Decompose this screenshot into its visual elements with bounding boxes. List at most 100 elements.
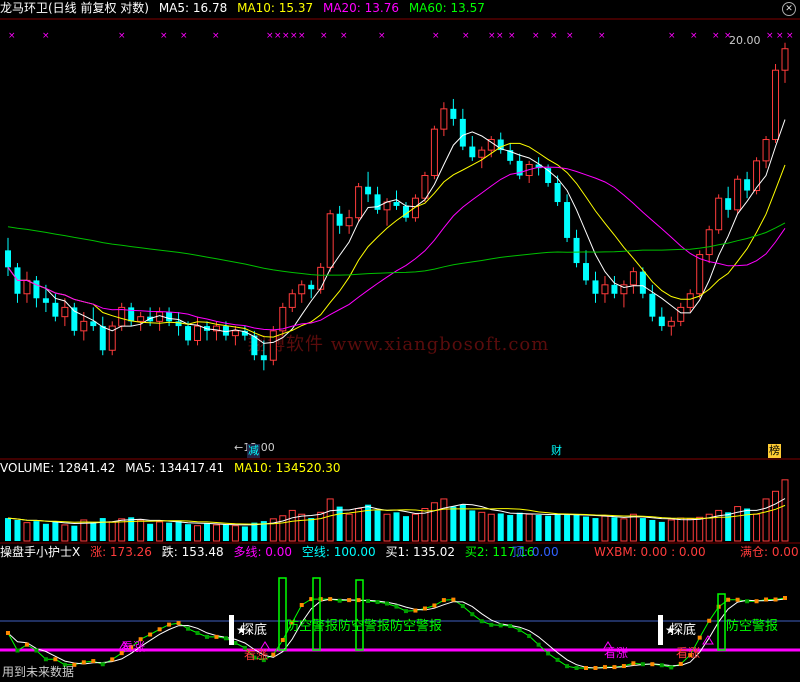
signal-x-mark: ×	[462, 31, 470, 41]
indicator-ribbon-dot	[385, 601, 390, 606]
candle-body-down	[564, 202, 571, 238]
candle-body-up	[355, 186, 363, 219]
volume-bar-down	[592, 518, 599, 541]
indicator-ribbon-dot	[214, 634, 219, 639]
signal-x-mark: ×	[598, 31, 606, 41]
signal-x-mark: ×	[282, 31, 290, 41]
candle-body-up	[667, 320, 675, 327]
volume-bar-down	[507, 515, 514, 541]
candle-body-down	[374, 194, 381, 210]
volume-bar-down	[166, 522, 173, 541]
volume-bar-up	[715, 509, 723, 542]
candle-body-down	[52, 302, 59, 317]
volume-bar-down	[374, 510, 381, 541]
volume-bar-up	[487, 513, 495, 542]
volume-bar-down	[744, 508, 751, 541]
indicator-duoxian: 多线: 0.00	[233, 545, 293, 559]
indicator-ribbon-dot	[110, 657, 115, 662]
volume-bar-down	[611, 517, 618, 541]
indicator-ribbon-dot	[176, 621, 181, 626]
volume-bar-down	[516, 512, 523, 541]
candle-body-down	[611, 284, 618, 294]
volume-bar-up	[677, 517, 685, 542]
indicator-kongxian: 空线: 100.00	[301, 545, 376, 559]
indicator-ribbon-dot	[555, 657, 560, 662]
signal-x-mark: ×	[290, 31, 298, 41]
signal-x-mark: ×	[496, 31, 504, 41]
volume-bar-down	[71, 525, 78, 541]
indicator-ribbon-dot	[186, 626, 191, 631]
indicator-ribbon-dot	[773, 597, 778, 602]
volume-bar-up	[620, 518, 628, 542]
indicator-ribbon-dot	[403, 609, 408, 614]
indicator-ribbon-dot	[707, 618, 712, 623]
indicator-mancang: 满仓: 0.00	[740, 545, 799, 559]
indicator-ribbon-dot	[43, 657, 48, 662]
volume-bar-up	[525, 513, 533, 542]
indicator-zhang: 涨: 173.26	[90, 545, 152, 559]
volume-bar-up	[194, 525, 202, 542]
chart-canvas[interactable]: × × × × × × × × × × × × × × × × × × × × × × × × × × × × × ×★ ★	[0, 0, 800, 682]
volume-bar-up	[326, 498, 334, 542]
volume-bar-down	[14, 519, 21, 541]
volume-bar-down	[402, 516, 409, 541]
candle-body-up	[80, 320, 88, 332]
candle-body-up	[118, 306, 126, 327]
volume-bar-down	[222, 524, 229, 541]
volume-bar-down	[203, 523, 210, 541]
indicator-ribbon-dot	[337, 598, 342, 603]
signal-x-mark: ×	[274, 31, 282, 41]
volume-ma10-readout: MA10: 134520.30	[233, 461, 341, 475]
volume-bar-down	[90, 522, 97, 541]
indicator-ribbon-dot	[517, 628, 522, 633]
volume-bar-up	[411, 513, 419, 542]
indicator-ribbon-dot	[413, 608, 418, 613]
signal-x-mark: ×	[340, 31, 348, 41]
signal-x-mark: ×	[118, 31, 126, 41]
indicator-ribbon-dot	[745, 599, 750, 604]
candle-body-up	[421, 175, 429, 199]
indicator-ribbon-dot	[91, 659, 96, 664]
volume-bar-down	[128, 517, 135, 541]
candle-body-up	[601, 284, 609, 295]
signal-x-mark: ×	[488, 31, 496, 41]
signal-kanzhang-4: 看涨	[676, 646, 701, 660]
volume-bar-down	[450, 506, 457, 541]
alert-box	[312, 577, 321, 651]
indicator-ribbon-dot	[204, 634, 209, 639]
indicator-ribbon-dot	[640, 662, 645, 667]
volume-bar-down	[251, 522, 258, 541]
candle-body-down	[573, 237, 580, 264]
candle-body-down	[639, 271, 646, 294]
indicator-ribbon-dot	[422, 606, 427, 611]
volume-bar-up	[383, 513, 391, 542]
indicator-ribbon-dot	[53, 657, 58, 662]
candle-body-up	[478, 149, 486, 158]
indicator-ribbon-dot	[460, 604, 465, 609]
signal-x-mark: ×	[786, 31, 794, 41]
volume-bar-up	[781, 479, 789, 542]
candle-body-up	[440, 108, 448, 130]
signal-tandi-2: 探底	[670, 623, 697, 638]
candle-body-up	[705, 229, 713, 256]
footer-note: 用到未来数据	[2, 665, 75, 679]
indicator-ribbon-dot	[650, 662, 655, 667]
volume-bar-up	[355, 508, 363, 542]
volume-bar-up	[298, 513, 306, 542]
indicator-ding: 顶: 0.00	[512, 545, 559, 559]
volume-bar-up	[23, 522, 31, 542]
alert-box	[355, 579, 364, 651]
volume-ma5-readout: MA5: 134417.41	[125, 461, 225, 475]
candle-body-down	[308, 284, 315, 290]
indicator-ribbon-dot	[167, 622, 172, 627]
volume-bar-down	[583, 516, 590, 541]
volume-bar-down	[393, 512, 400, 541]
candle-body-down	[393, 202, 400, 206]
volume-bar-up	[667, 519, 675, 542]
flag-label-bang: 榜	[768, 444, 781, 458]
volume-readout: VOLUME: 12841.42	[0, 461, 116, 475]
volume-bar-up	[231, 525, 239, 542]
volume-bar-up	[478, 511, 486, 542]
flag-label-jian: 减	[247, 444, 260, 458]
indicator-ribbon-dot	[593, 666, 598, 670]
